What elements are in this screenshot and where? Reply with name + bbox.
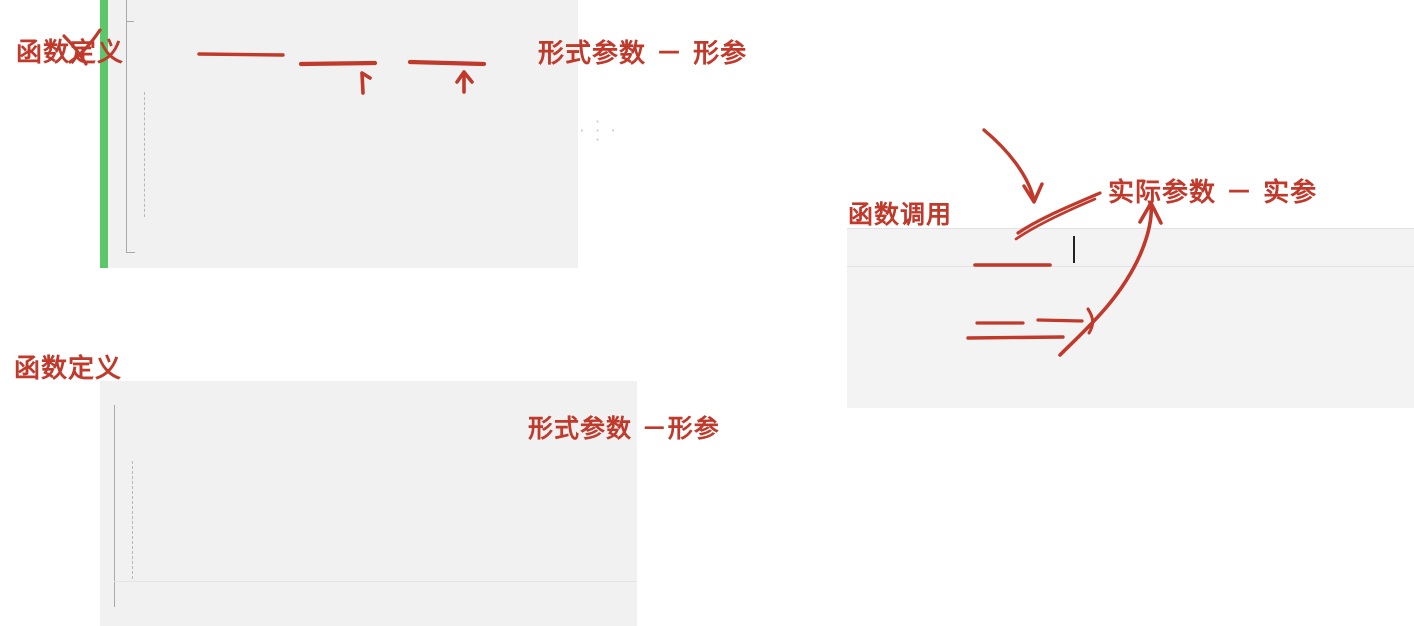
annotation-function-call: 函数调用 xyxy=(848,200,953,229)
code-line: Swap1(a, b); xyxy=(847,393,1414,408)
annotation-formal-parameter-top: 形式参数 － 形参 xyxy=(538,39,748,69)
annotation-function-definition-top: 函数定义 xyxy=(16,38,125,68)
structure-guide-outer xyxy=(126,0,127,252)
structure-guide-outer xyxy=(114,405,115,607)
annotation-formal-parameter-bottom: 形式参数 －形参 xyxy=(528,414,720,443)
text-caret xyxy=(1073,236,1075,263)
ink-pointer-to-args xyxy=(1016,191,1102,235)
annotation-function-definition-bottom: 函数定义 xyxy=(14,354,123,384)
structure-guide-outer-foot-top xyxy=(126,21,134,22)
current-line-bottom-border xyxy=(847,266,1414,267)
ink-curve-arrow-down xyxy=(982,128,1036,202)
mouse-cursor-artifact: · · · · · xyxy=(578,115,618,148)
structure-guide-outer-foot xyxy=(126,252,135,253)
annotation-actual-parameter: 实际参数 － 实参 xyxy=(1108,178,1318,208)
structure-guide-inner xyxy=(144,92,145,217)
structure-guide-inner xyxy=(132,461,133,579)
code-line: void Swap2(int* pa, int* pb) xyxy=(100,579,637,626)
ink-curve-arrowhead-down xyxy=(1022,182,1044,204)
screenshot-canvas: //} void Swap1(int x, int y) { int z = 0… xyxy=(0,0,1414,626)
code-panel-swap1[interactable]: //} void Swap1(int x, int y) { int z = 0… xyxy=(100,0,578,268)
code-panel-main-call[interactable]: Swap1(a, b); printf("交换前: a=%d b=%d\n", … xyxy=(847,228,1414,408)
